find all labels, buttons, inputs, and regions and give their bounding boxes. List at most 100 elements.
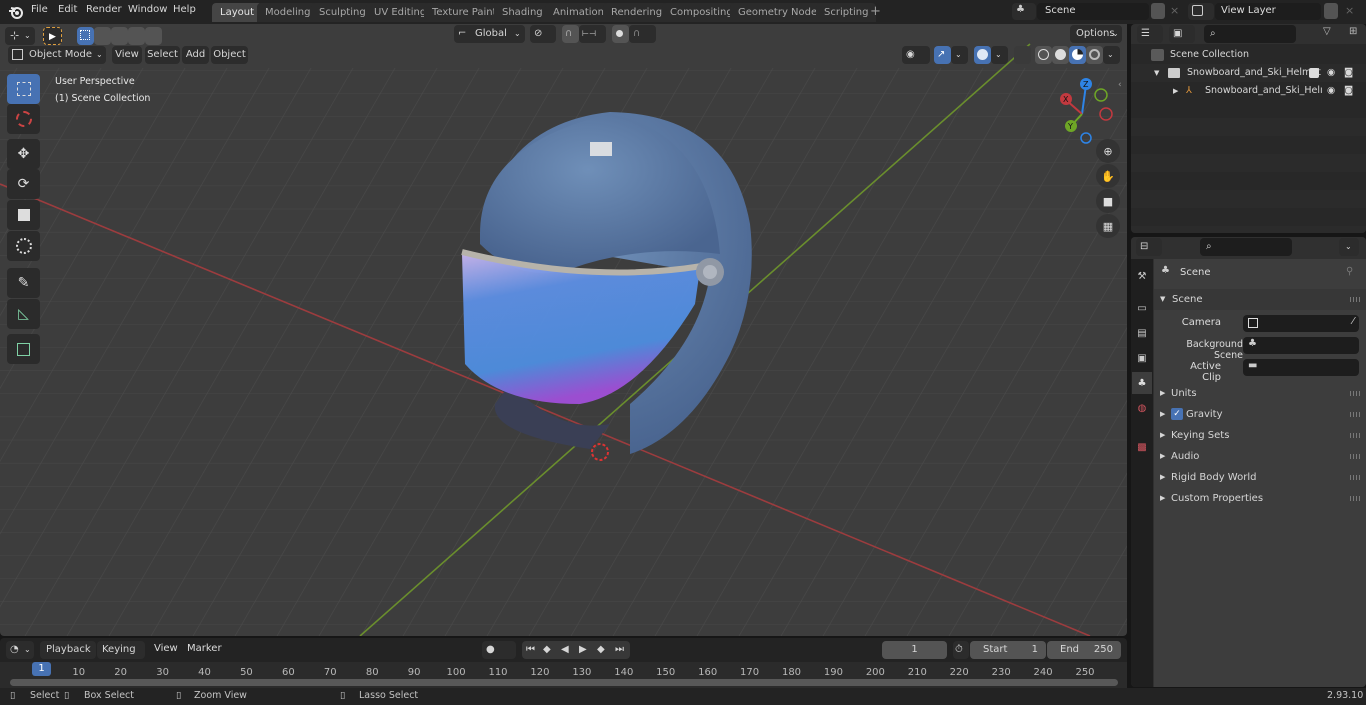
pivot-point-dropdown[interactable]: ⊘ — [530, 25, 556, 43]
menu-view[interactable]: View — [112, 46, 142, 64]
expand-arrow-icon[interactable]: ▶ — [1173, 82, 1178, 100]
filter-icon[interactable]: ▽ — [1323, 26, 1331, 37]
pan-view-button[interactable]: ✋ — [1096, 164, 1120, 188]
jump-start-icon[interactable]: ⏮ — [526, 641, 535, 659]
menu-file[interactable]: File — [31, 4, 48, 15]
timeline-menu-marker[interactable]: Marker — [187, 643, 222, 654]
next-keyframe-icon[interactable]: ◆ — [597, 641, 605, 659]
outliner-filter-layer[interactable]: ▣ — [1169, 25, 1195, 43]
drag-grip-icon[interactable] — [1350, 297, 1360, 302]
camera-view-button[interactable]: ■ — [1096, 189, 1120, 213]
tool-rotate[interactable]: ⟳ — [7, 169, 40, 199]
tool-add-cube[interactable] — [7, 334, 40, 364]
play-icon[interactable]: ▶ — [579, 641, 587, 659]
shading-material-button[interactable] — [1069, 46, 1086, 64]
gizmo-dropdown[interactable]: ⌄ — [951, 46, 968, 64]
mode-dropdown[interactable]: Object Mode ⌄ — [8, 46, 106, 64]
camera-field[interactable]: ⁄ — [1243, 315, 1359, 332]
camera-icon[interactable]: ◙ — [1344, 64, 1353, 82]
start-frame-field[interactable]: Start 1 — [970, 641, 1046, 659]
tab-texture-paint[interactable]: Texture Paint — [424, 3, 505, 22]
helmet-model[interactable] — [440, 104, 770, 474]
drag-grip-icon[interactable] — [1350, 475, 1360, 480]
pin-icon[interactable]: ⚲ — [1346, 266, 1353, 277]
drag-grip-icon[interactable] — [1350, 454, 1360, 459]
gravity-checkbox[interactable]: ✓ — [1171, 408, 1183, 420]
drag-grip-icon[interactable] — [1350, 391, 1360, 396]
tab-shading[interactable]: Shading — [494, 3, 551, 22]
active-clip-field[interactable]: ▬ — [1243, 359, 1359, 376]
tool-move[interactable]: ✥ — [7, 139, 40, 169]
visibility-dropdown[interactable]: ◉ — [902, 46, 930, 64]
xray-toggle[interactable] — [1014, 46, 1031, 64]
tab-tool[interactable]: ⚒ — [1132, 265, 1152, 287]
zoom-view-button[interactable]: ⊕ — [1096, 139, 1120, 163]
current-frame-field[interactable]: 1 — [882, 641, 947, 659]
overlays-toggle[interactable] — [974, 46, 991, 64]
menu-window[interactable]: Window — [128, 4, 167, 15]
tab-sculpting[interactable]: Sculpting — [311, 3, 374, 22]
outliner-search[interactable]: ⌕ — [1204, 25, 1296, 43]
preview-range-toggle[interactable]: ⏱ — [953, 641, 969, 659]
tool-measure[interactable]: ◺ — [7, 299, 40, 329]
tab-view-layer[interactable]: ▣ — [1132, 347, 1152, 369]
select-intersect-button[interactable] — [145, 27, 162, 45]
tool-annotate[interactable]: ✎ — [7, 268, 40, 298]
outliner-row[interactable]: ▼ Snowboard_and_Ski_Helmet ◉ ◙ — [1131, 64, 1366, 82]
editor-type-button[interactable]: ⊹ ⌄ — [5, 27, 35, 45]
eye-icon[interactable]: ◉ — [1327, 64, 1335, 82]
eye-icon[interactable]: ◉ — [1327, 82, 1335, 100]
tweak-tool-button[interactable]: ▶ — [43, 27, 62, 45]
options-dropdown[interactable]: Options ⌄ — [1070, 25, 1122, 43]
tab-texture[interactable]: ▩ — [1132, 436, 1152, 458]
new-scene-icon[interactable] — [1151, 3, 1165, 19]
panel-audio[interactable]: ▶ Audio — [1154, 446, 1366, 467]
outliner-scene-collection[interactable]: Scene Collection — [1131, 46, 1366, 64]
drag-grip-icon[interactable] — [1350, 412, 1360, 417]
scene-browse-button[interactable]: ♣ — [1012, 3, 1036, 20]
outliner-display-mode[interactable]: ☰ — [1137, 25, 1163, 43]
tab-scene[interactable]: ♣ — [1132, 372, 1152, 394]
timeline-scrollbar[interactable] — [10, 679, 1118, 686]
tab-compositing[interactable]: Compositing — [662, 3, 741, 22]
panel-keying-sets[interactable]: ▶ Keying Sets — [1154, 425, 1366, 446]
prev-keyframe-icon[interactable]: ◆ — [543, 641, 551, 659]
auto-keying-toggle[interactable]: ● — [482, 641, 516, 659]
keying-dropdown[interactable]: Keying — [97, 641, 145, 659]
tab-layout[interactable]: Layout — [212, 3, 262, 22]
eyedropper-icon[interactable]: ⁄ — [1352, 316, 1354, 327]
new-view-layer-icon[interactable] — [1324, 3, 1338, 19]
panel-units[interactable]: ▶ Units — [1154, 383, 1366, 404]
tool-scale[interactable] — [7, 200, 40, 230]
exclude-checkbox[interactable] — [1309, 68, 1319, 78]
shading-solid-button[interactable] — [1052, 46, 1069, 64]
tab-modeling[interactable]: Modeling — [257, 3, 319, 22]
tab-rendering[interactable]: Rendering — [603, 3, 671, 22]
proportional-edit-toggle[interactable] — [612, 25, 629, 43]
background-scene-field[interactable]: ♣ — [1243, 337, 1359, 354]
ortho-toggle-button[interactable]: ▦ — [1096, 214, 1120, 238]
tool-transform[interactable] — [7, 231, 40, 261]
shading-dropdown[interactable]: ⌄ — [1103, 46, 1120, 64]
tab-animation[interactable]: Animation — [545, 3, 612, 22]
sidebar-toggle-icon[interactable]: ‹ — [1118, 80, 1122, 90]
view-layer-field[interactable]: View Layer — [1215, 3, 1321, 20]
tool-select-box[interactable] — [7, 74, 40, 104]
tab-render[interactable]: ▭ — [1132, 297, 1152, 319]
expand-arrow-icon[interactable]: ▼ — [1154, 64, 1159, 82]
tab-output[interactable]: ▤ — [1132, 322, 1152, 344]
properties-options-dropdown[interactable]: ⌄ — [1339, 238, 1359, 256]
camera-icon[interactable]: ◙ — [1344, 82, 1353, 100]
menu-help[interactable]: Help — [173, 4, 196, 15]
gizmo-toggle[interactable]: ↗ — [934, 46, 951, 64]
properties-editor-type[interactable]: ⊟ — [1136, 238, 1162, 256]
drag-grip-icon[interactable] — [1350, 433, 1360, 438]
menu-object[interactable]: Object — [211, 46, 248, 64]
playback-dropdown[interactable]: Playback — [40, 641, 96, 659]
end-frame-field[interactable]: End 250 — [1047, 641, 1121, 659]
panel-custom-properties[interactable]: ▶ Custom Properties — [1154, 488, 1366, 509]
shading-rendered-button[interactable] — [1086, 46, 1103, 64]
tab-scripting[interactable]: Scripting — [816, 3, 877, 22]
select-extend-button[interactable] — [94, 27, 111, 45]
timeline-editor-type[interactable]: ◔ ⌄ — [6, 641, 34, 659]
